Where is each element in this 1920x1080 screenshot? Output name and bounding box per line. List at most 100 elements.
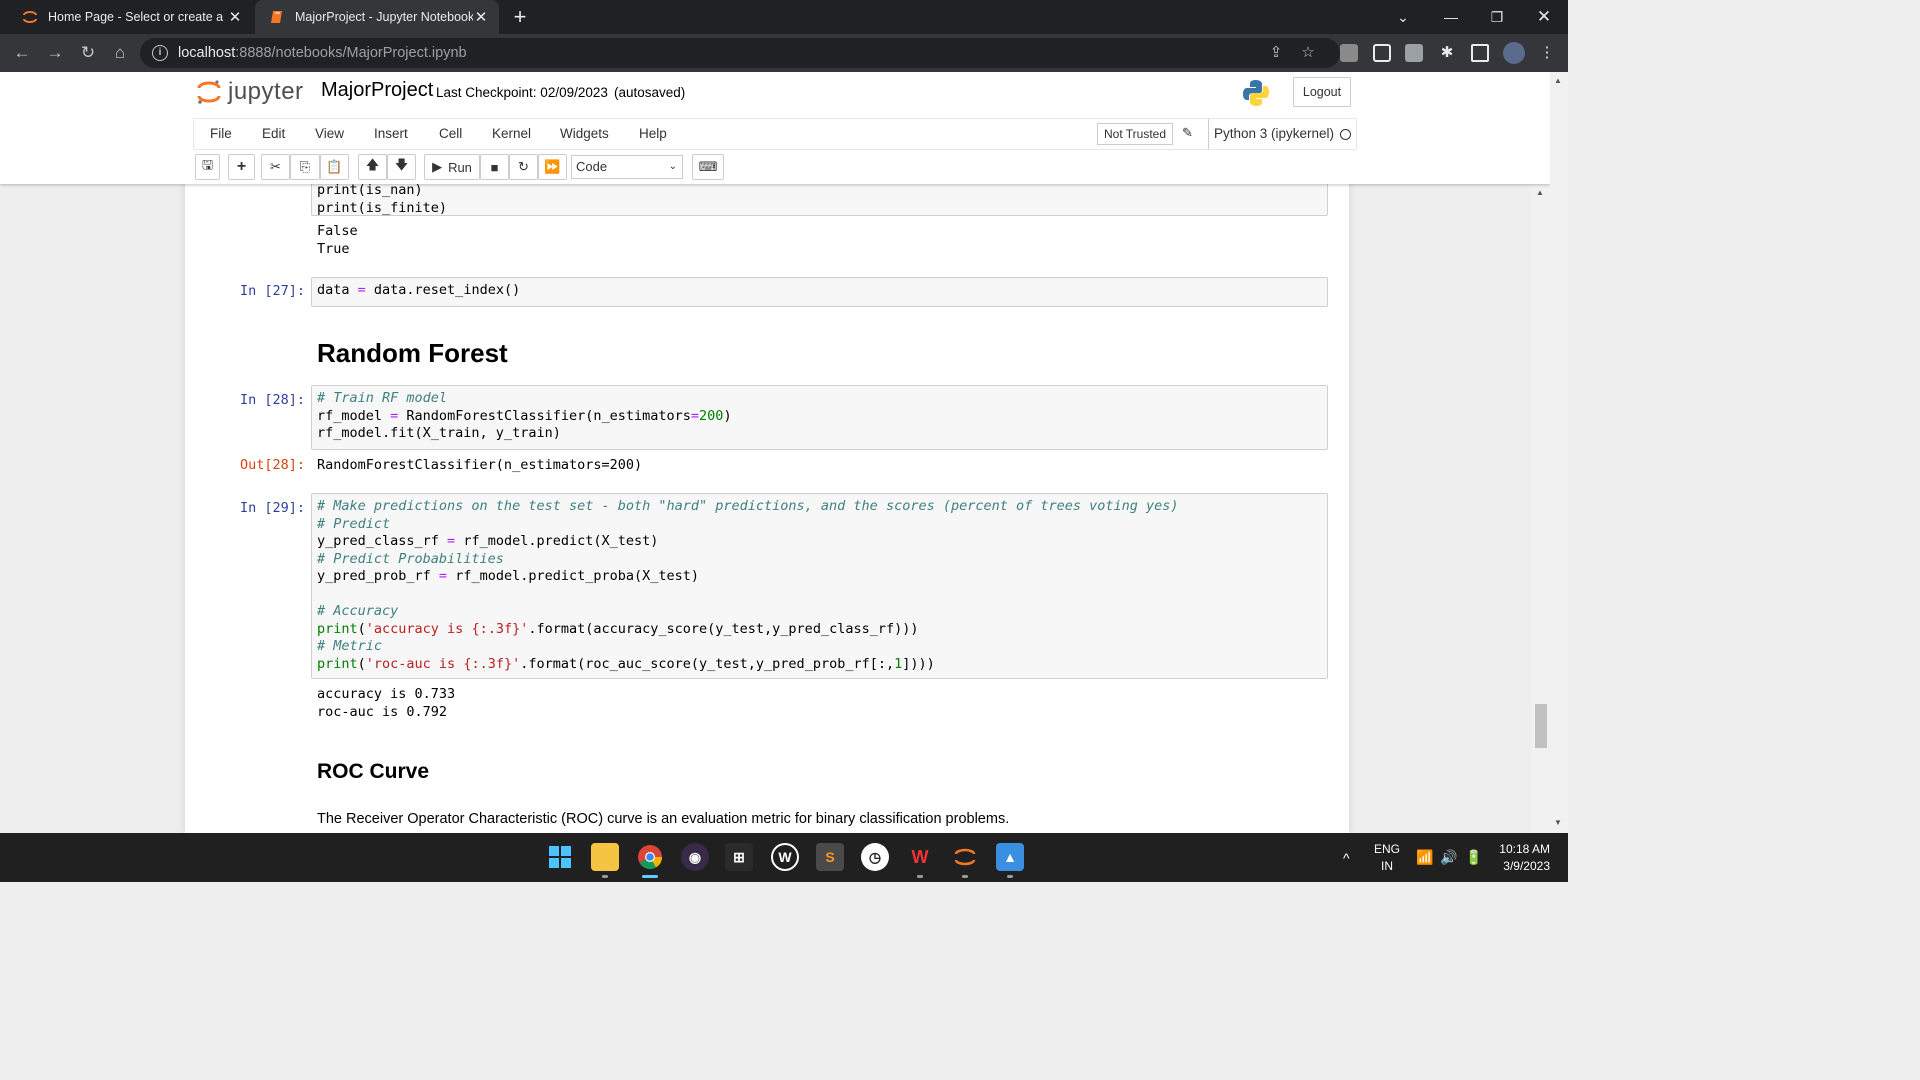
system-clock[interactable]: 10:18 AM 3/9/2023 [1499,841,1550,875]
side-panel-icon[interactable] [1471,44,1489,62]
extension-icon[interactable] [1373,44,1391,62]
paste-icon[interactable]: 📋 [320,154,349,180]
volume-icon[interactable]: 🔊 [1440,833,1457,882]
puzzle-extensions-icon[interactable]: ✱ [1438,44,1456,62]
restore-icon[interactable]: ❐ [1474,0,1520,34]
autosave-status: (autosaved) [614,85,686,100]
reload-icon[interactable]: ↻ [76,42,100,64]
scroll-up-arrow-icon[interactable]: ▲ [1536,188,1544,197]
wifi-icon[interactable]: 📶 [1416,833,1433,882]
browser-tab-notebook[interactable]: MajorProject - Jupyter Notebook ✕ [255,0,499,34]
file-explorer-icon[interactable] [591,843,619,878]
input-language-indicator[interactable]: ENG IN [1374,841,1400,875]
app-icon[interactable]: W [771,843,799,871]
clock-time: 10:18 AM [1499,842,1550,856]
restart-icon[interactable]: ↻ [509,154,538,180]
tab-search-icon[interactable]: ⌄ [1380,0,1426,34]
url-path: :8888/notebooks/MajorProject.ipynb [235,45,467,61]
menu-help[interactable]: Help [639,126,667,141]
microsoft-store-icon[interactable]: ⊞ [725,843,753,871]
cell-type-select[interactable]: Code ⌄ [571,155,683,179]
tab-title: MajorProject - Jupyter Notebook [295,10,473,24]
browser-tab-strip: Home Page - Select or create a n ✕ Major… [0,0,1568,34]
browser-tab-home[interactable]: Home Page - Select or create a n ✕ [8,0,253,34]
notebook-scrollbar[interactable]: ▲ [1531,184,1550,833]
jupyter-logo-icon [197,80,221,104]
restart-run-all-icon[interactable]: ⏩ [538,154,567,180]
not-trusted-badge[interactable]: Not Trusted [1097,123,1174,145]
code-comment: # Metric [317,638,383,654]
pencil-edit-icon[interactable]: ✎ [1182,125,1193,141]
bookmark-star-icon[interactable]: ☆ [1298,43,1318,63]
battery-icon[interactable]: 🔋 [1465,833,1482,882]
close-tab-icon[interactable]: ✕ [473,8,489,26]
language-code: ENG [1374,842,1401,856]
home-icon[interactable]: ⌂ [108,42,132,64]
code-line: print(is_finite) [317,199,448,216]
menu-widgets[interactable]: Widgets [560,126,609,141]
menu-insert[interactable]: Insert [374,126,408,141]
save-icon[interactable]: 🖫 [195,154,220,180]
markdown-heading: Random Forest [317,338,508,368]
menu-file[interactable]: File [210,126,232,141]
page-scrollbar[interactable]: ▲ ▼ [1550,72,1568,833]
code-comment: # Accuracy [317,603,399,619]
code-comment: # Predict [317,515,391,532]
extension-icon[interactable] [1340,44,1358,62]
close-window-icon[interactable]: ✕ [1521,0,1567,34]
move-down-icon[interactable]: 🡇 [387,154,416,180]
close-tab-icon[interactable]: ✕ [227,8,243,26]
sublime-text-icon[interactable]: S [816,843,844,871]
wps-office-icon[interactable]: W [906,843,934,878]
menu-edit[interactable]: Edit [262,126,285,141]
menu-cell[interactable]: Cell [439,126,462,141]
page-viewport: print(is_nan) print(is_finite) False Tru… [0,72,1550,833]
photos-icon[interactable]: ▲ [996,843,1024,878]
jupyter-wordmark: jupyter [228,78,304,105]
minimize-icon[interactable]: — [1428,0,1474,34]
cell-output: accuracy is 0.733 roc-auc is 0.792 [317,686,456,720]
markdown-paragraph: The Receiver Operator Characteristic (RO… [317,811,1010,827]
profile-avatar[interactable] [1503,42,1525,64]
tab-title: Home Page - Select or create a n [48,10,227,24]
insert-cell-icon[interactable]: + [228,154,255,180]
menu-kernel[interactable]: Kernel [492,126,531,141]
chrome-icon[interactable] [636,843,664,878]
kernel-name[interactable]: Python 3 (ipykernel) [1208,119,1334,149]
new-tab-button[interactable]: + [508,5,532,29]
output-prompt: Out[28]: [239,457,305,473]
scrollbar-thumb[interactable] [1535,704,1547,748]
forward-icon[interactable]: → [43,42,67,64]
input-prompt: In [29]: [239,500,305,516]
clock-app-icon[interactable]: ◷ [861,843,889,871]
logout-button[interactable]: Logout [1293,77,1351,107]
clock-date: 3/9/2023 [1503,859,1550,873]
run-button[interactable]: ▶ Run [424,154,480,180]
jupyter-app-icon[interactable] [951,843,979,878]
extension-icon[interactable] [1405,44,1423,62]
menu-view[interactable]: View [315,126,344,141]
site-info-icon[interactable]: i [152,45,168,61]
keyboard-shortcuts-icon[interactable]: ⌨ [692,154,724,180]
copy-icon[interactable]: ⎘ [290,154,320,180]
back-icon[interactable]: ← [10,42,34,64]
color-picker-app-icon[interactable]: ◉ [681,843,709,871]
jupyter-logo[interactable]: jupyter [196,78,304,106]
scroll-up-arrow-icon[interactable]: ▲ [1554,76,1564,85]
browser-menu-icon[interactable]: ⋮ [1538,44,1556,62]
show-hidden-icons-icon[interactable]: ^ [1343,833,1350,882]
cut-icon[interactable]: ✂ [261,154,290,180]
notebook-name[interactable]: MajorProject [321,79,433,102]
windows-start-icon[interactable] [546,843,574,871]
code-cell-input[interactable]: data = data.reset_index() [311,277,1328,307]
stop-icon[interactable]: ■ [480,154,509,180]
move-up-icon[interactable]: 🡅 [358,154,387,180]
url-field[interactable]: i localhost:8888/notebooks/MajorProject.… [140,38,1340,68]
scroll-down-arrow-icon[interactable]: ▼ [1554,818,1564,827]
code-cell-input[interactable]: # Train RF model rf_model = RandomForest… [311,385,1328,450]
url-host: localhost [178,45,236,61]
jupyter-header: jupyter MajorProject Last Checkpoint: 02… [0,72,1550,184]
code-cell-input[interactable]: # Make predictions on the test set - bot… [311,493,1328,679]
cell-output: RandomForestClassifier(n_estimators=200) [317,457,643,473]
share-icon[interactable]: ⇪ [1266,43,1286,63]
